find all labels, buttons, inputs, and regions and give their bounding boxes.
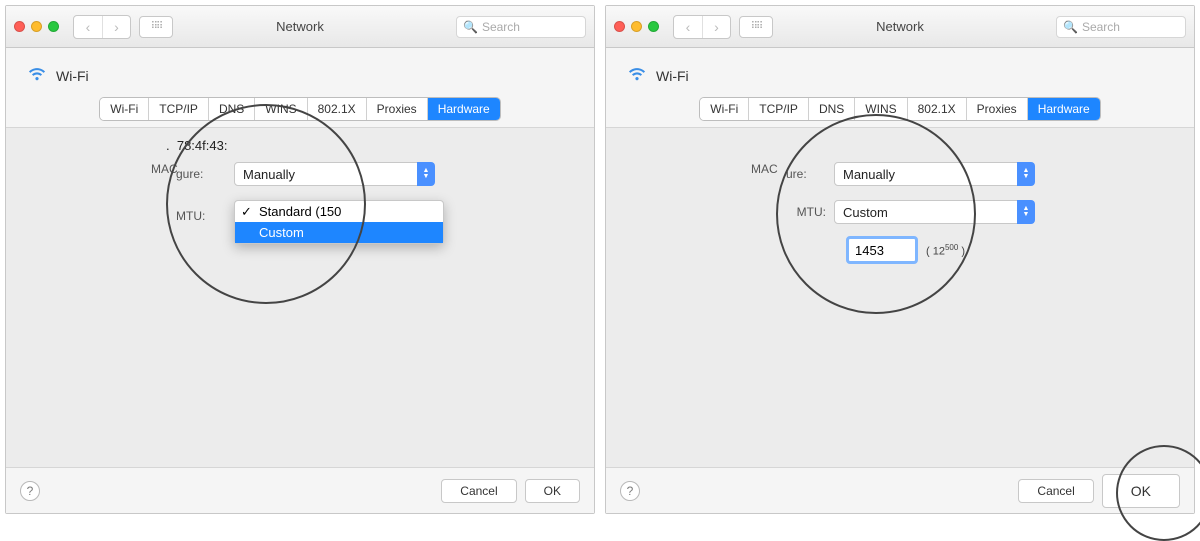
tab-8021x[interactable]: 802.1X — [908, 98, 967, 120]
nav-back-button[interactable]: ‹ — [74, 16, 102, 38]
mtu-option-standard[interactable]: Standard (150 — [235, 201, 443, 222]
search-input[interactable]: 🔍 Search — [456, 16, 586, 38]
hardware-panel: . 78:4f:43: MAC gure: Manually ▲▼ MTU: ▲… — [6, 127, 594, 513]
show-all-button[interactable]: ⠿⠿ — [739, 16, 773, 38]
chevron-updown-icon: ▲▼ — [1017, 162, 1035, 186]
chevron-updown-icon: ▲▼ — [1017, 200, 1035, 224]
help-button[interactable]: ? — [620, 481, 640, 501]
tabs: Wi-Fi TCP/IP DNS WINS 802.1X Proxies Har… — [6, 95, 594, 127]
cancel-button[interactable]: Cancel — [1018, 479, 1093, 503]
window-controls — [614, 21, 659, 32]
window-title: Network — [876, 19, 924, 34]
nav-forward-button[interactable]: › — [702, 16, 730, 38]
nav-forward-button[interactable]: › — [102, 16, 130, 38]
search-placeholder: Search — [1082, 20, 1120, 34]
search-icon: 🔍 — [463, 20, 478, 34]
tab-tcpip[interactable]: TCP/IP — [149, 98, 209, 120]
tab-hardware[interactable]: Hardware — [428, 98, 500, 120]
chevron-updown-icon: ▲▼ — [417, 162, 435, 186]
zoom-window-button[interactable] — [648, 21, 659, 32]
wifi-icon — [26, 62, 48, 89]
configure-select[interactable]: Manually ▲▼ — [834, 162, 1034, 186]
zoom-window-button[interactable] — [48, 21, 59, 32]
configure-value: Manually — [843, 167, 895, 182]
mtu-dropdown-menu: Standard (150 Custom — [234, 200, 444, 244]
mac-label: MAC — [751, 162, 778, 176]
configure-label-fragment: gure: — [176, 167, 226, 181]
wifi-icon — [626, 62, 648, 89]
nav-back-button[interactable]: ‹ — [674, 16, 702, 38]
ok-button[interactable]: OK — [1102, 474, 1180, 508]
tabs: Wi-Fi TCP/IP DNS WINS 802.1X Proxies Har… — [606, 95, 1194, 127]
network-window-left: ‹ › ⠿⠿ Network 🔍 Search Wi-Fi Wi-Fi TCP/… — [5, 5, 595, 514]
search-placeholder: Search — [482, 20, 520, 34]
minimize-window-button[interactable] — [631, 21, 642, 32]
tab-proxies[interactable]: Proxies — [967, 98, 1028, 120]
mtu-label: MTU: — [176, 209, 226, 223]
window-controls — [14, 21, 59, 32]
mtu-custom-input[interactable] — [846, 236, 918, 264]
mac-address-fragment: . 78:4f:43: — [166, 138, 227, 153]
mtu-range-hint: ( 12500 ) — [926, 243, 965, 258]
configure-select[interactable]: Manually ▲▼ — [234, 162, 434, 186]
help-button[interactable]: ? — [20, 481, 40, 501]
tab-dns[interactable]: DNS — [809, 98, 855, 120]
tab-hardware[interactable]: Hardware — [1028, 98, 1100, 120]
search-icon: 🔍 — [1063, 20, 1078, 34]
search-input[interactable]: 🔍 Search — [1056, 16, 1186, 38]
mtu-label: MTU: — [776, 205, 826, 219]
service-header: Wi-Fi — [606, 48, 1194, 95]
configure-label-fragment: ure: — [786, 167, 826, 181]
tab-wifi[interactable]: Wi-Fi — [100, 98, 149, 120]
tab-8021x[interactable]: 802.1X — [308, 98, 367, 120]
service-header: Wi-Fi — [6, 48, 594, 95]
tab-wifi[interactable]: Wi-Fi — [700, 98, 749, 120]
tab-proxies[interactable]: Proxies — [367, 98, 428, 120]
cancel-button[interactable]: Cancel — [441, 479, 516, 503]
mac-label: MAC — [151, 162, 178, 176]
minimize-window-button[interactable] — [31, 21, 42, 32]
service-name: Wi-Fi — [656, 68, 689, 84]
mtu-select[interactable]: Custom ▲▼ — [834, 200, 1034, 224]
network-window-right: ‹ › ⠿⠿ Network 🔍 Search Wi-Fi Wi-Fi TCP/… — [605, 5, 1195, 514]
mtu-option-custom[interactable]: Custom — [235, 222, 443, 243]
tab-dns[interactable]: DNS — [209, 98, 255, 120]
nav-back-forward: ‹ › — [673, 15, 731, 39]
footer: ? Cancel OK — [606, 467, 1194, 513]
footer: ? Cancel OK — [6, 467, 594, 513]
show-all-button[interactable]: ⠿⠿ — [139, 16, 173, 38]
mtu-value: Custom — [843, 205, 888, 220]
close-window-button[interactable] — [14, 21, 25, 32]
hardware-panel: MAC ure: Manually ▲▼ MTU: Custom ▲▼ — [606, 127, 1194, 513]
close-window-button[interactable] — [614, 21, 625, 32]
service-name: Wi-Fi — [56, 68, 89, 84]
tab-wins[interactable]: WINS — [855, 98, 907, 120]
ok-button[interactable]: OK — [525, 479, 580, 503]
configure-value: Manually — [243, 167, 295, 182]
nav-back-forward: ‹ › — [73, 15, 131, 39]
tab-tcpip[interactable]: TCP/IP — [749, 98, 809, 120]
window-title: Network — [276, 19, 324, 34]
titlebar: ‹ › ⠿⠿ Network 🔍 Search — [6, 6, 594, 48]
titlebar: ‹ › ⠿⠿ Network 🔍 Search — [606, 6, 1194, 48]
tab-wins[interactable]: WINS — [255, 98, 307, 120]
